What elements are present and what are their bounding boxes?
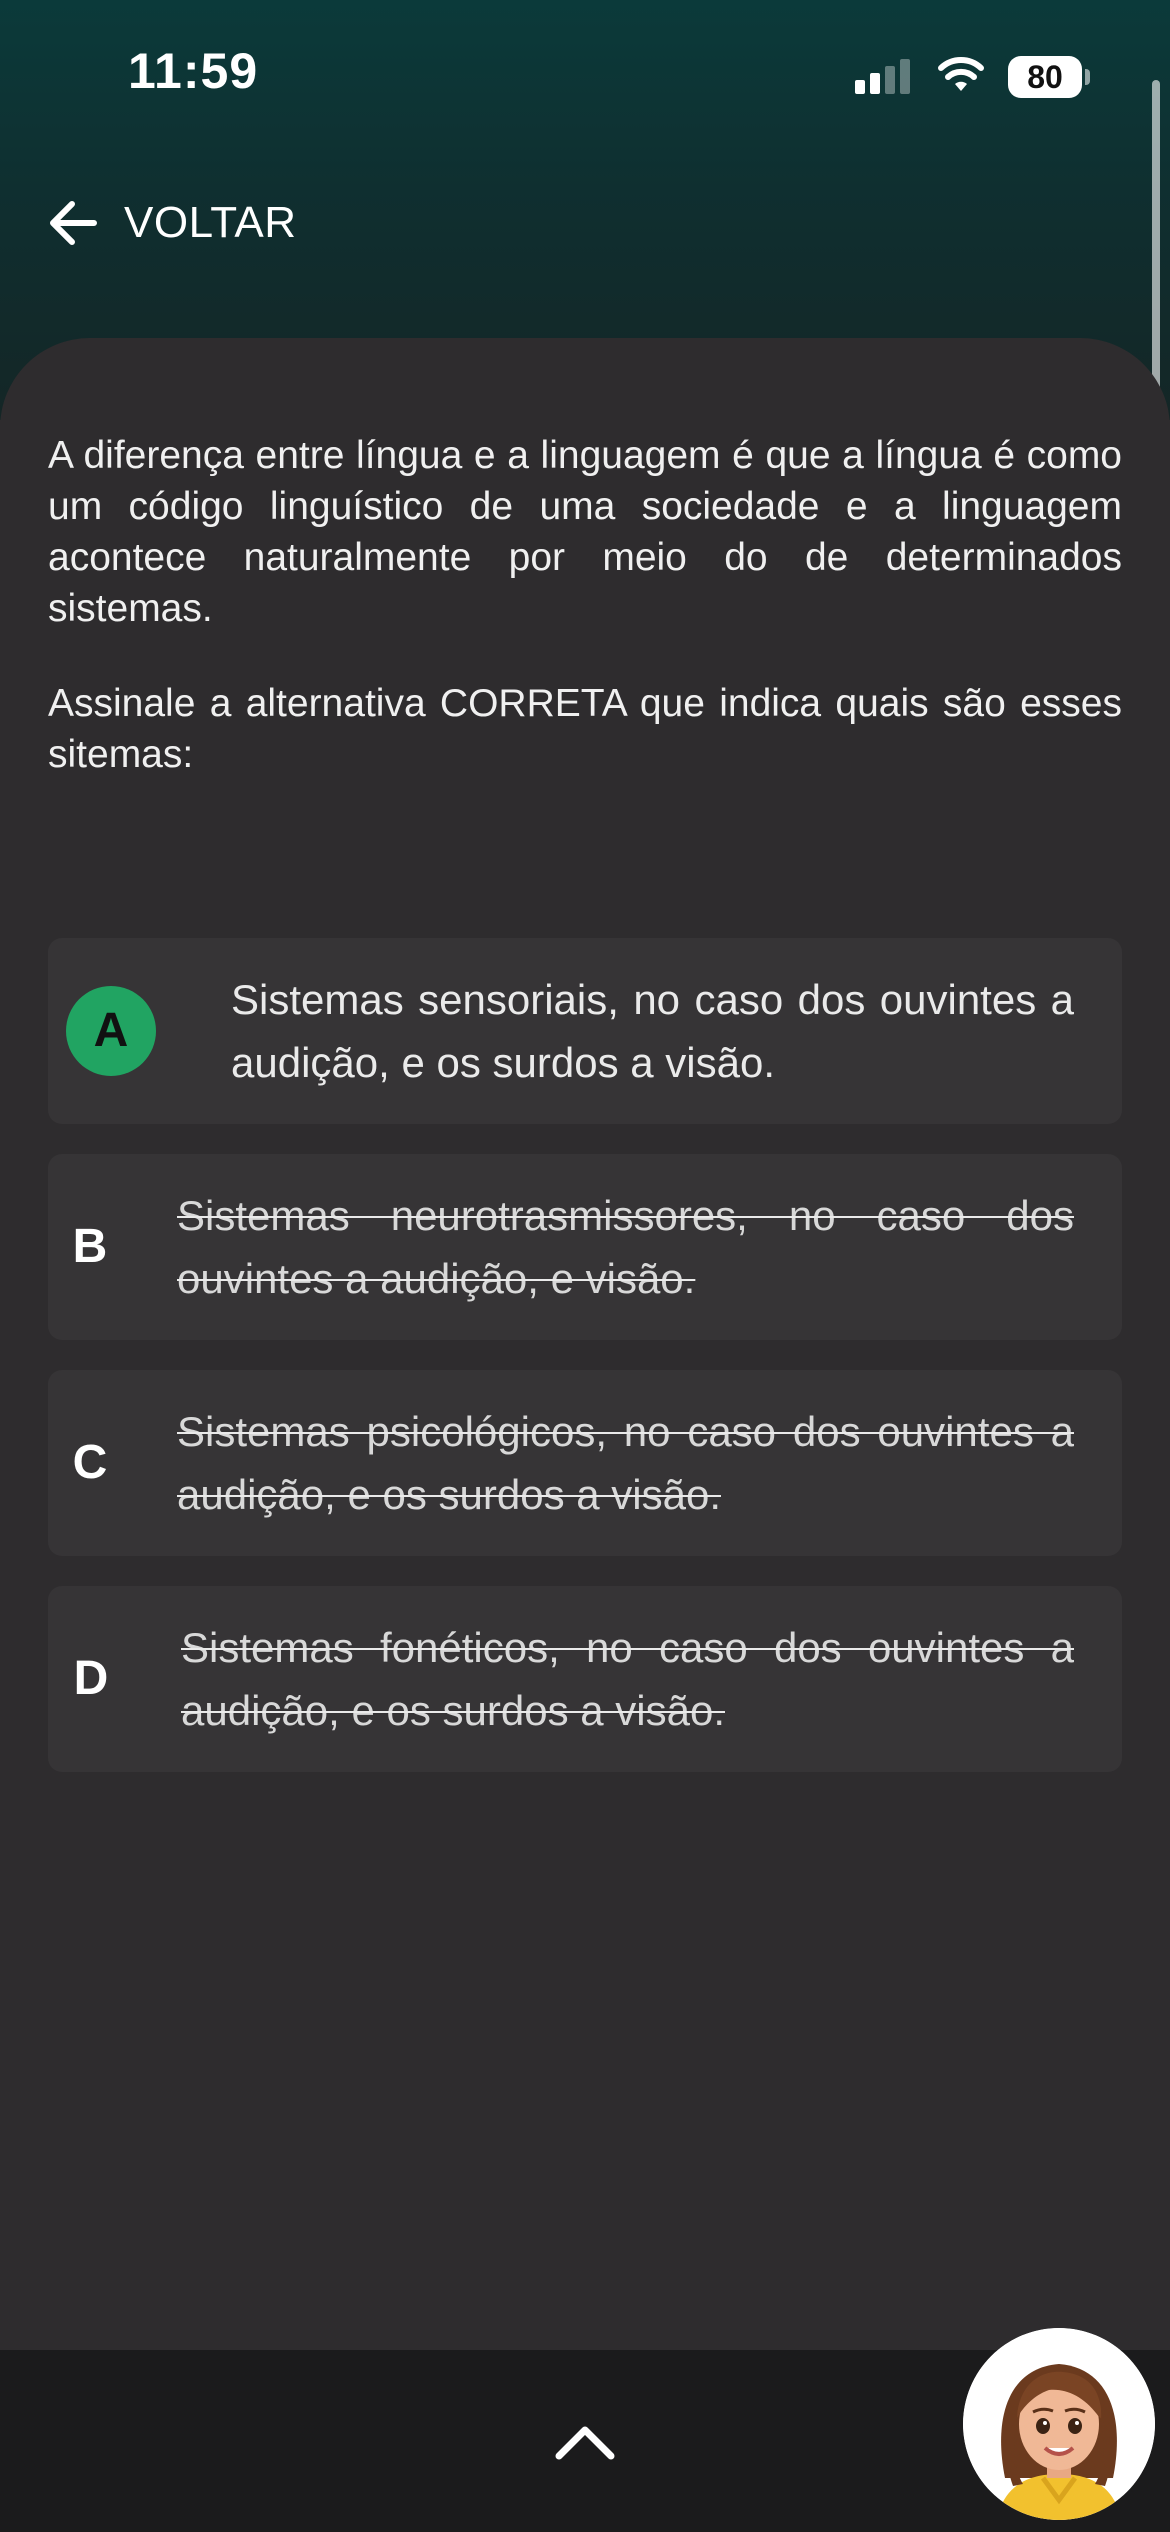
answer-option-c[interactable]: C Sistemas psicológicos, no caso dos ouv… (48, 1370, 1122, 1556)
question-paragraph: A diferença entre língua e a linguagem é… (48, 434, 1122, 630)
option-letter: C (72, 1436, 108, 1489)
status-time: 11:59 (128, 43, 259, 99)
assistant-avatar[interactable] (963, 2328, 1155, 2520)
answer-option-a[interactable]: A Sistemas sensoriais, no caso dos ouvin… (48, 938, 1122, 1124)
wifi-icon (938, 57, 984, 91)
back-button[interactable]: VOLTAR (44, 190, 297, 256)
cellular-signal-icon (855, 59, 910, 94)
option-letter: D (73, 1652, 109, 1705)
option-text: Sistemas fonéticos, no caso dos ouvintes… (181, 1624, 1074, 1734)
answer-option-d[interactable]: D Sistemas fonéticos, no caso dos ouvint… (48, 1586, 1122, 1772)
option-text: Sistemas sensoriais, no caso dos ouvinte… (231, 976, 1074, 1086)
battery-cap (1085, 69, 1090, 85)
back-label: VOLTAR (124, 198, 297, 247)
question-instruction: Assinale a alternativa CORRETA que indic… (48, 682, 1122, 776)
option-text: Sistemas psicológicos, no caso dos ouvin… (177, 1408, 1074, 1518)
battery-level: 80 (1008, 56, 1082, 98)
answer-option-b[interactable]: B Sistemas neurotrasmissores, no caso do… (48, 1154, 1122, 1340)
status-bar: 11:59 80 (0, 0, 1170, 150)
question-statement: A diferença entre língua e a linguagem é… (48, 430, 1122, 824)
chevron-up-icon[interactable] (553, 2422, 617, 2462)
option-letter-badge: A (66, 986, 156, 1076)
battery-indicator: 80 (1008, 56, 1090, 98)
assistant-avatar-illustration (963, 2328, 1155, 2520)
option-text: Sistemas neurotrasmissores, no caso dos … (177, 1192, 1074, 1302)
option-letter: B (72, 1220, 108, 1273)
arrow-left-icon (50, 201, 97, 245)
